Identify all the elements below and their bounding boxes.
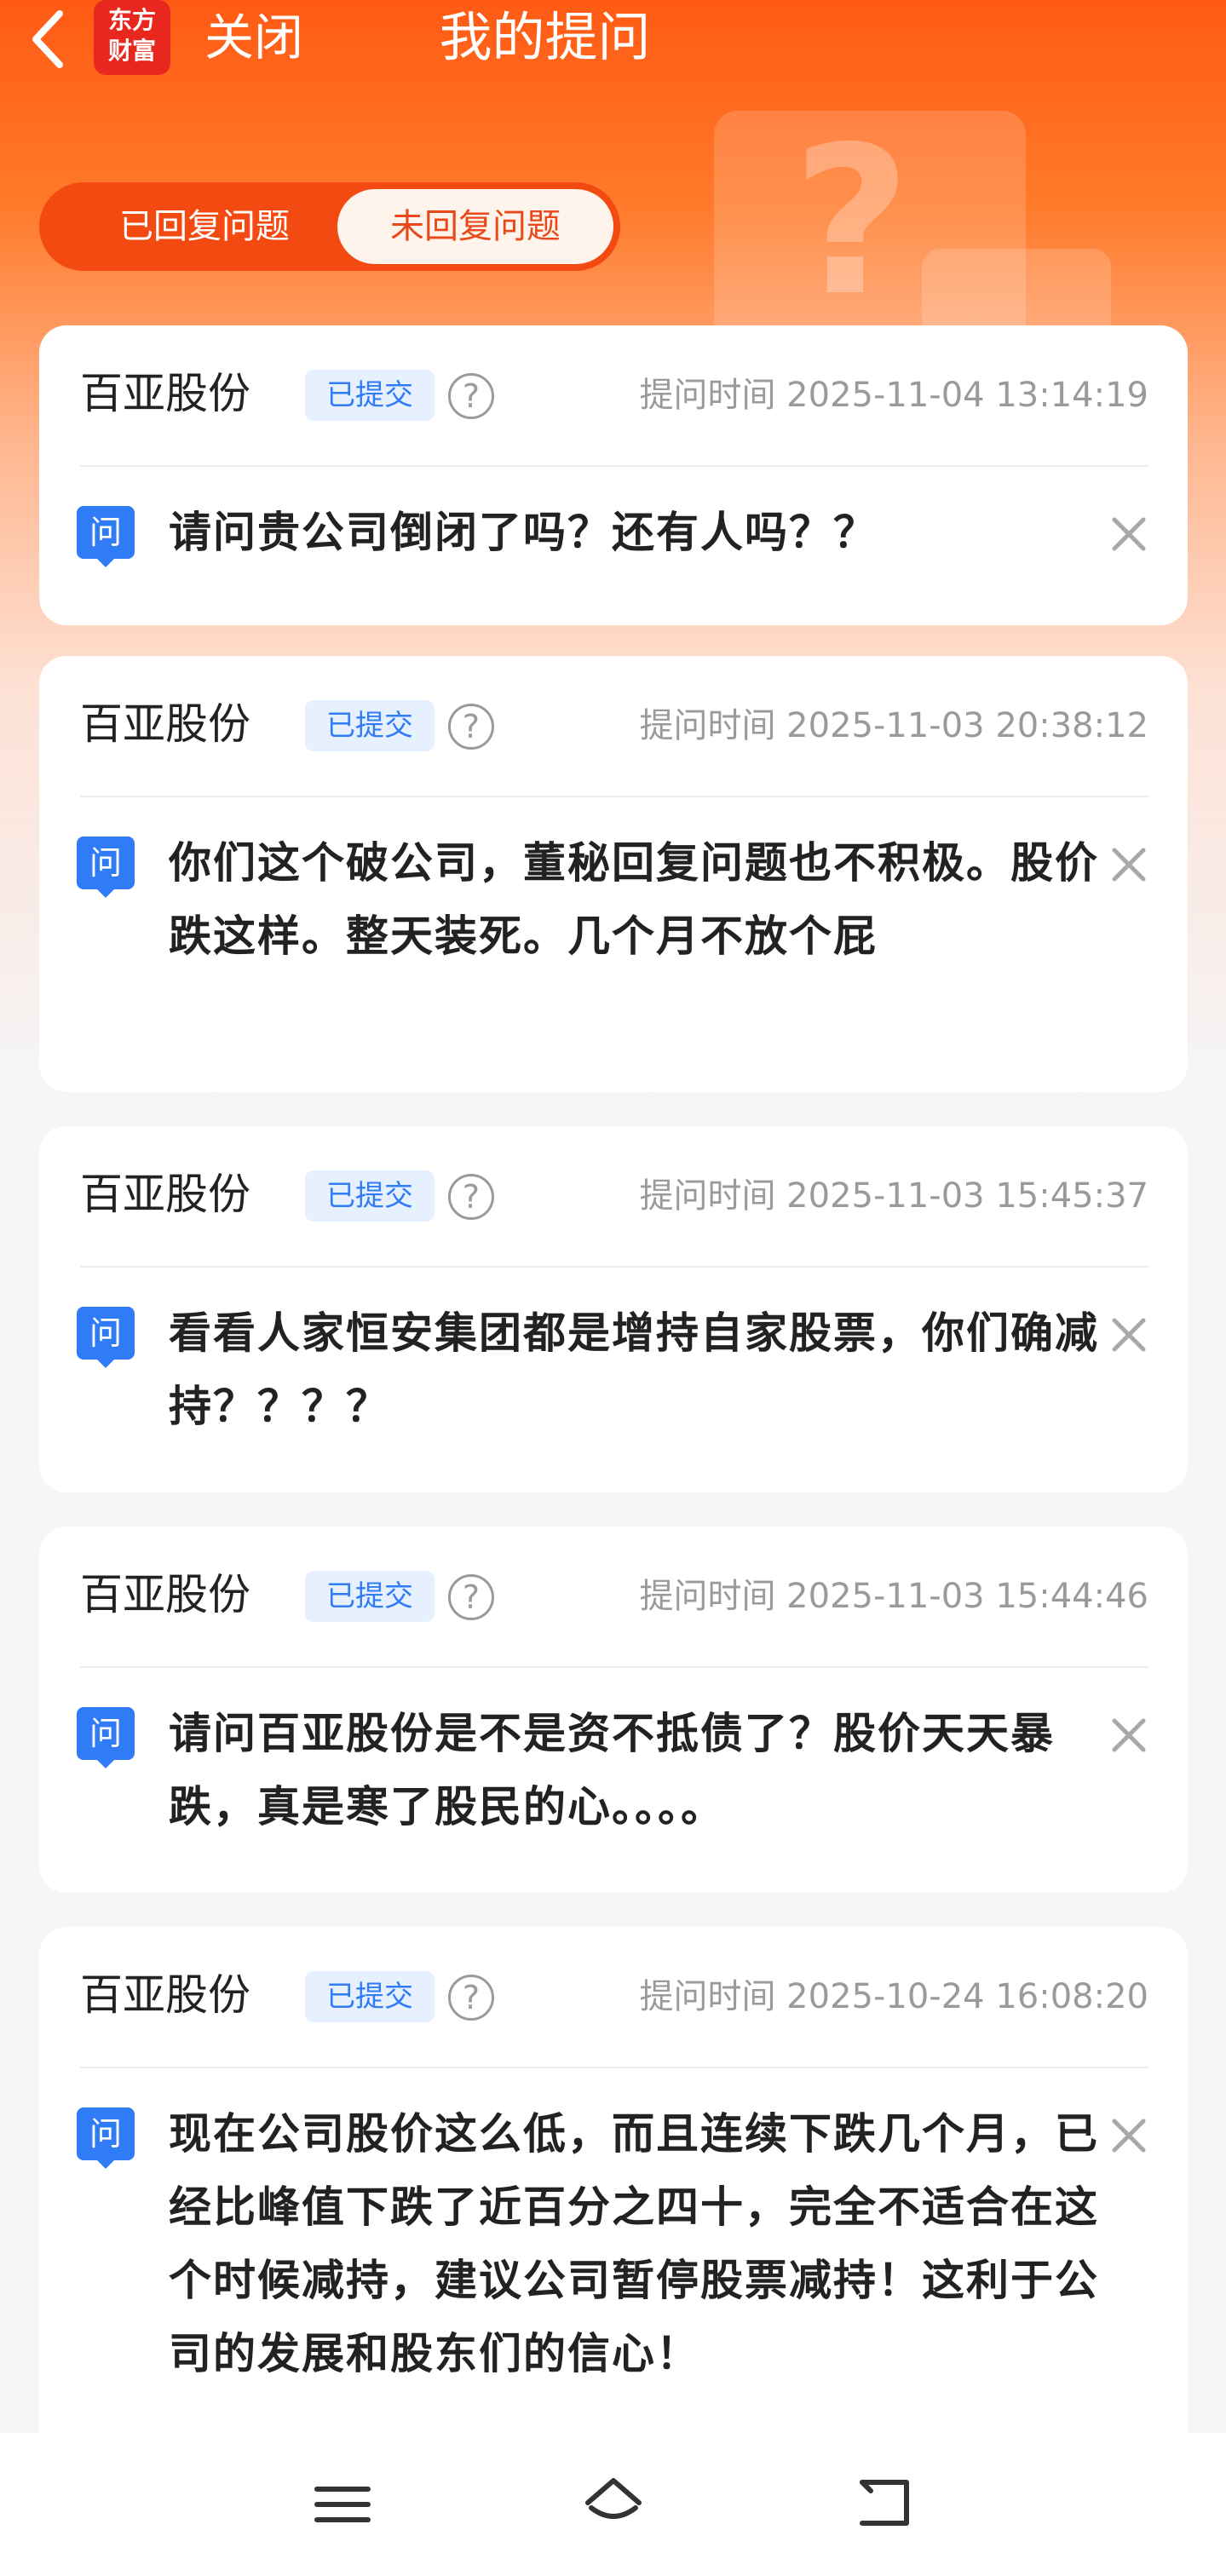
question-icon: 问 bbox=[77, 506, 135, 567]
question-text: 请问贵公司倒闭了吗？还有人吗？？ bbox=[169, 508, 878, 557]
question-text: 看看人家恒安集团都是增持自家股票，你们确减持？？？？ bbox=[169, 1308, 1099, 1431]
question-icon-label: 问 bbox=[77, 2107, 135, 2160]
question-card[interactable]: 百亚股份 已提交? 提问时间 2025-11-03 20:38:12 问你们这个破公司… bbox=[39, 656, 1188, 1092]
question-mark-icon[interactable]: ? bbox=[448, 373, 494, 419]
question-text: 请问百亚股份是不是资不抵债了？股价天天暴跌，真是寒了股民的心。。。。 bbox=[169, 1709, 1055, 1831]
close-icon[interactable] bbox=[1109, 1716, 1148, 1755]
menu-icon[interactable] bbox=[308, 2470, 377, 2539]
question-icon: 问 bbox=[77, 837, 135, 898]
company-name: 百亚股份 bbox=[80, 1970, 250, 2020]
question-text: 现在公司股价这么低，而且连续下跌几个月，已经比峰值下跌了近百分之四十，完全不适合… bbox=[169, 2109, 1099, 2378]
question-icon-label: 问 bbox=[77, 837, 135, 889]
decorative-question-mark-icon: ? bbox=[792, 102, 912, 341]
question-icon-label: 问 bbox=[77, 506, 135, 559]
card-divider bbox=[80, 796, 1148, 797]
company-name: 百亚股份 bbox=[80, 1570, 250, 1619]
question-time: 提问时间 2025-11-03 15:44:46 bbox=[639, 1577, 1148, 1616]
question-icon-label: 问 bbox=[77, 1707, 135, 1760]
tab-unanswered[interactable]: 未回复问题 bbox=[337, 189, 613, 264]
card-divider bbox=[80, 2067, 1148, 2068]
question-icon: 问 bbox=[77, 1307, 135, 1368]
status-badge: 已提交 bbox=[305, 370, 435, 421]
status-badge: 已提交 bbox=[305, 1170, 435, 1222]
question-icon-label: 问 bbox=[77, 1307, 135, 1360]
status-badge: 已提交 bbox=[305, 1571, 435, 1622]
close-icon[interactable] bbox=[1109, 845, 1148, 884]
question-card[interactable]: 百亚股份 已提交? 提问时间 2025-11-04 13:14:19 问请问贵公司倒闭… bbox=[39, 325, 1188, 625]
back-icon[interactable] bbox=[850, 2470, 918, 2539]
status-badge: 已提交 bbox=[305, 700, 435, 751]
close-icon[interactable] bbox=[1109, 2116, 1148, 2155]
card-divider bbox=[80, 1666, 1148, 1668]
company-name: 百亚股份 bbox=[80, 369, 250, 418]
question-time: 提问时间 2025-10-24 16:08:20 bbox=[639, 1977, 1148, 2016]
question-mark-icon[interactable]: ? bbox=[448, 1174, 494, 1220]
question-mark-icon[interactable]: ? bbox=[448, 1574, 494, 1620]
company-name: 百亚股份 bbox=[80, 1170, 250, 1219]
status-badge: 已提交 bbox=[305, 1971, 435, 2022]
question-tabs: 已回复问题 未回复问题 bbox=[39, 182, 620, 271]
question-text: 你们这个破公司，董秘回复问题也不积极。股价跌这样。整天装死。几个月不放个屁 bbox=[169, 838, 1099, 961]
question-card[interactable]: 百亚股份 已提交? 提问时间 2025-11-03 15:44:46 问请问百亚股份是… bbox=[39, 1527, 1188, 1893]
question-card[interactable]: 百亚股份 已提交? 提问时间 2025-11-03 15:45:37 问看看人家恒安集… bbox=[39, 1126, 1188, 1492]
system-navigation-bar bbox=[0, 2433, 1226, 2576]
question-icon: 问 bbox=[77, 1707, 135, 1768]
card-divider bbox=[80, 1266, 1148, 1268]
app-header: 东方 财富 关闭 我的提问 bbox=[0, 0, 1226, 82]
close-icon[interactable] bbox=[1109, 515, 1148, 554]
question-icon: 问 bbox=[77, 2107, 135, 2169]
question-time: 提问时间 2025-11-04 13:14:19 bbox=[639, 376, 1148, 415]
close-icon[interactable] bbox=[1109, 1315, 1148, 1354]
home-icon[interactable] bbox=[579, 2470, 648, 2539]
question-mark-icon[interactable]: ? bbox=[448, 704, 494, 750]
card-divider bbox=[80, 465, 1148, 467]
company-name: 百亚股份 bbox=[80, 699, 250, 749]
tab-answered[interactable]: 已回复问题 bbox=[51, 182, 358, 271]
page-title: 我的提问 bbox=[439, 6, 651, 68]
question-time: 提问时间 2025-11-03 15:45:37 bbox=[639, 1176, 1148, 1216]
question-time: 提问时间 2025-11-03 20:38:12 bbox=[639, 706, 1148, 745]
question-mark-icon[interactable]: ? bbox=[448, 1975, 494, 2021]
